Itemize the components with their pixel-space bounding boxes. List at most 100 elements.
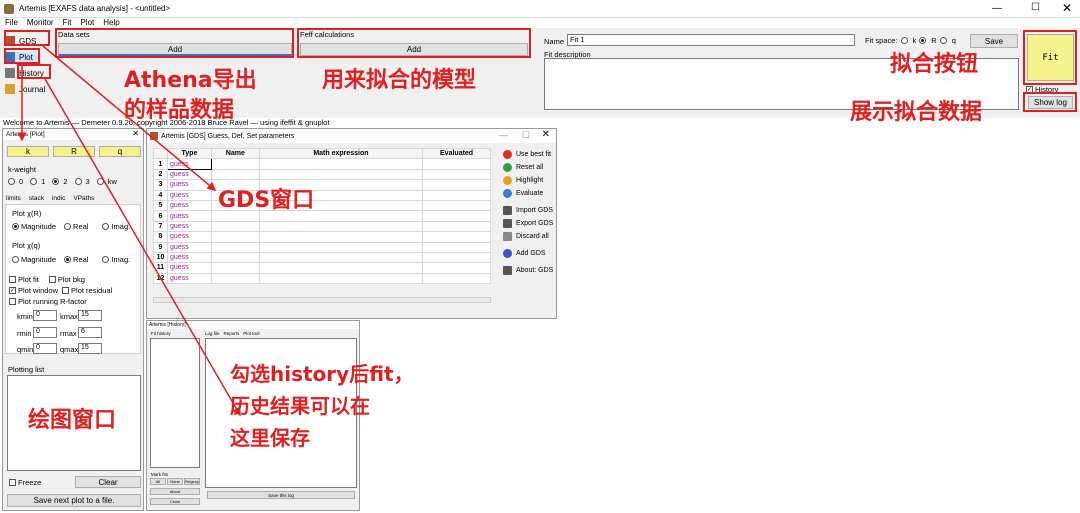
gds-scrollbar[interactable] bbox=[153, 297, 491, 303]
table-row[interactable]: 11 guess bbox=[153, 262, 491, 274]
plot-fit-checkbox[interactable] bbox=[9, 276, 16, 283]
r-real-radio[interactable] bbox=[64, 223, 72, 230]
freeze-row[interactable]: Freeze bbox=[9, 478, 41, 487]
type-cell[interactable]: guess bbox=[166, 272, 212, 285]
type-cell[interactable]: guess bbox=[166, 262, 212, 274]
math-cell[interactable] bbox=[258, 262, 424, 274]
maximize-icon[interactable]: ☐ bbox=[1031, 2, 1040, 13]
col-evaluated[interactable]: Evaluated bbox=[422, 147, 491, 160]
mark-regexp-button[interactable]: Regexp bbox=[184, 478, 200, 485]
type-cell[interactable]: guess bbox=[166, 189, 212, 201]
table-row[interactable]: 5 guess bbox=[153, 199, 491, 212]
col-math[interactable]: Math expression bbox=[258, 147, 424, 160]
save-log-button[interactable]: Save this log bbox=[207, 491, 355, 499]
r-magnitude-radio[interactable] bbox=[12, 223, 19, 230]
tab-limits[interactable]: limits bbox=[6, 195, 21, 203]
plot-window-checkbox[interactable]: ✓ bbox=[9, 287, 16, 294]
fit-name-input[interactable]: Fit 1 bbox=[567, 34, 855, 46]
math-cell[interactable] bbox=[258, 251, 424, 264]
kw2-radio[interactable] bbox=[52, 178, 60, 185]
table-row[interactable]: 9 guess bbox=[153, 241, 491, 253]
fit-history-list[interactable] bbox=[150, 338, 200, 468]
about-gds-action[interactable]: About: GDS bbox=[503, 266, 553, 275]
plot-rfactor-checkbox[interactable] bbox=[9, 298, 16, 305]
type-cell[interactable]: guess bbox=[166, 210, 212, 222]
rmin-input[interactable]: 0 bbox=[33, 327, 57, 338]
plot-close-icon[interactable]: ✕ bbox=[132, 129, 139, 138]
add-gds-action[interactable]: Add GDS bbox=[503, 249, 546, 258]
name-cell[interactable] bbox=[210, 158, 260, 170]
tab-indic[interactable]: indic bbox=[52, 195, 65, 203]
table-row[interactable]: 3 guess bbox=[153, 179, 491, 191]
tab-plot-tool[interactable]: Plot tool bbox=[243, 331, 259, 336]
history-close-button[interactable]: Close bbox=[150, 498, 200, 505]
tab-stack[interactable]: stack bbox=[29, 195, 44, 203]
q-magnitude-radio[interactable] bbox=[12, 256, 19, 263]
type-cell[interactable]: guess bbox=[166, 199, 212, 212]
kmin-input[interactable]: 0 bbox=[33, 310, 57, 321]
math-cell[interactable] bbox=[258, 231, 424, 243]
q-real-radio[interactable] bbox=[64, 256, 72, 263]
type-cell[interactable]: guess bbox=[166, 241, 212, 253]
table-row[interactable]: 12 guess bbox=[153, 272, 491, 285]
q-imag-radio[interactable] bbox=[102, 256, 110, 263]
table-row[interactable]: 7 guess bbox=[153, 220, 491, 233]
gds-close-icon[interactable]: ✕ bbox=[542, 129, 550, 140]
math-cell[interactable] bbox=[258, 241, 424, 253]
mark-none-button[interactable]: None bbox=[167, 478, 183, 485]
name-cell[interactable] bbox=[210, 272, 260, 285]
name-cell[interactable] bbox=[210, 231, 260, 243]
plot-residual-checkbox[interactable] bbox=[62, 287, 70, 294]
plot-bkg-checkbox[interactable] bbox=[48, 276, 56, 283]
freeze-checkbox[interactable] bbox=[9, 479, 16, 486]
plot-window-row[interactable]: ✓ Plot window Plot residual bbox=[9, 286, 112, 295]
side-journal[interactable]: Journal bbox=[5, 84, 45, 94]
export-gds-action[interactable]: Export GDS bbox=[503, 219, 553, 228]
name-cell[interactable] bbox=[210, 220, 260, 233]
close-icon[interactable]: ✕ bbox=[1062, 1, 1072, 15]
kwkw-radio[interactable] bbox=[96, 178, 104, 185]
discard-all-action[interactable]: Discard all bbox=[503, 232, 549, 241]
menu-fit[interactable]: Fit bbox=[63, 18, 72, 28]
fitspace-r-radio[interactable] bbox=[919, 37, 927, 44]
name-cell[interactable] bbox=[210, 168, 260, 181]
menu-plot[interactable]: Plot bbox=[80, 18, 94, 28]
mark-all-button[interactable]: All bbox=[150, 478, 166, 485]
gds-maximize-icon[interactable]: ☐ bbox=[522, 130, 530, 141]
menu-help[interactable]: Help bbox=[103, 18, 119, 28]
kmax-input[interactable]: 15 bbox=[78, 310, 102, 321]
tab-log-file[interactable]: Log file bbox=[205, 331, 220, 336]
fitspace-k-radio[interactable] bbox=[900, 37, 908, 44]
type-cell[interactable]: guess bbox=[166, 179, 212, 191]
use-best-fit-action[interactable]: Use best fit bbox=[503, 150, 551, 159]
math-cell[interactable] bbox=[258, 158, 424, 170]
kw0-radio[interactable] bbox=[8, 178, 15, 185]
table-row[interactable]: 8 guess bbox=[153, 231, 491, 243]
plot-r-button[interactable]: R bbox=[53, 146, 95, 157]
rmax-input[interactable]: 6 bbox=[78, 327, 102, 338]
plot-q-button[interactable]: q bbox=[99, 146, 141, 157]
table-row[interactable]: 10 guess bbox=[153, 251, 491, 264]
menu-file[interactable]: File bbox=[5, 18, 18, 28]
evaluate-action[interactable]: Evaluate bbox=[503, 189, 543, 198]
table-row[interactable]: 4 guess bbox=[153, 189, 491, 201]
math-cell[interactable] bbox=[258, 220, 424, 233]
plot-rfactor-row[interactable]: Plot running R-factor bbox=[9, 297, 87, 306]
table-row[interactable]: 1 guess bbox=[153, 158, 491, 170]
reset-all-action[interactable]: Reset all bbox=[503, 163, 543, 172]
qmin-input[interactable]: 0 bbox=[33, 343, 57, 354]
tab-reports[interactable]: Reports bbox=[224, 331, 240, 336]
r-imag-radio[interactable] bbox=[102, 223, 110, 230]
table-row[interactable]: 2 guess bbox=[153, 168, 491, 181]
menu-monitor[interactable]: Monitor bbox=[27, 18, 54, 28]
gds-minimize-icon[interactable]: — bbox=[499, 130, 508, 140]
math-cell[interactable] bbox=[258, 168, 424, 181]
type-cell[interactable]: guess bbox=[166, 168, 212, 181]
table-row[interactable]: 6 guess bbox=[153, 210, 491, 222]
highlight-action[interactable]: Highlight bbox=[503, 176, 543, 185]
type-cell[interactable]: guess bbox=[166, 220, 212, 233]
save-next-plot-button[interactable]: Save next plot to a file. bbox=[7, 494, 141, 507]
clear-button[interactable]: Clear bbox=[75, 476, 141, 488]
type-cell[interactable]: guess bbox=[166, 231, 212, 243]
type-cell[interactable]: guess bbox=[166, 158, 212, 170]
